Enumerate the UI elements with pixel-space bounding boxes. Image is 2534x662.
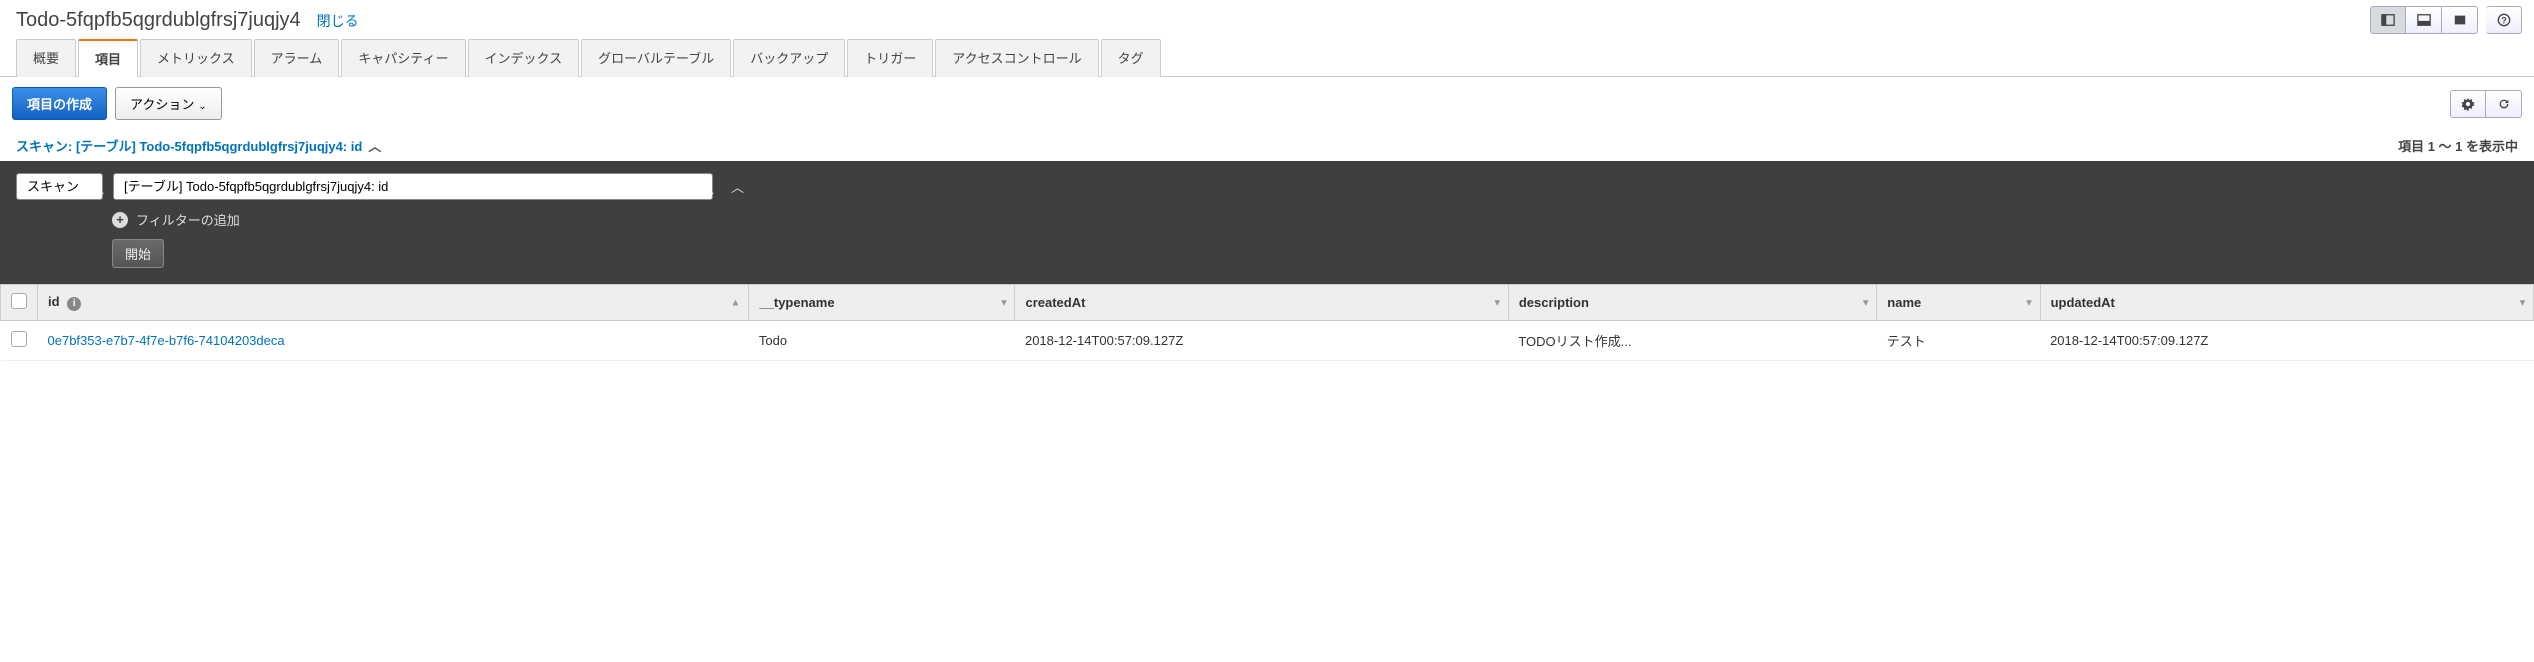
sort-icon: ▾	[1495, 297, 1500, 308]
checkbox-icon	[11, 293, 27, 309]
checkbox-icon	[11, 331, 27, 347]
chevron-up-icon: ︿	[368, 136, 381, 155]
col-updatedAt[interactable]: updatedAt ▾	[2040, 285, 2533, 321]
tab-capacity[interactable]: キャパシティー	[341, 39, 465, 77]
header-left: Todo-5fqpfb5qgrdublgfrsj7juqjy4 閉じる	[16, 9, 359, 32]
col-createdAt-label: createdAt	[1025, 295, 1085, 310]
items-table: id i ▲ __typename ▾ createdAt ▾ descript…	[0, 284, 2534, 361]
col-updatedAt-label: updatedAt	[2051, 295, 2115, 310]
tab-alarms[interactable]: アラーム	[254, 39, 340, 77]
col-description-label: description	[1519, 295, 1589, 310]
scan-toggle[interactable]: スキャン: [テーブル] Todo-5fqpfb5qgrdublgfrsj7ju…	[16, 136, 381, 155]
cell-name: テスト	[1877, 321, 2040, 361]
tab-global[interactable]: グローバルテーブル	[581, 39, 731, 77]
scan-mode-select[interactable]: スキャン	[16, 173, 103, 200]
scan-header: スキャン: [テーブル] Todo-5fqpfb5qgrdublgfrsj7ju…	[0, 130, 2534, 161]
select-all-header[interactable]	[1, 285, 38, 321]
header: Todo-5fqpfb5qgrdublgfrsj7juqjy4 閉じる ?	[0, 0, 2534, 38]
col-typename-label: __typename	[759, 295, 834, 310]
sort-icon: ▾	[2520, 297, 2525, 308]
start-scan-button[interactable]: 開始	[112, 239, 164, 268]
svg-text:?: ?	[2501, 16, 2506, 26]
tab-items[interactable]: 項目	[78, 39, 138, 77]
add-filter-label: フィルターの追加	[136, 210, 240, 229]
view-split-left-icon[interactable]	[2370, 6, 2406, 34]
info-icon: i	[67, 297, 81, 311]
col-createdAt[interactable]: createdAt ▾	[1015, 285, 1508, 321]
tab-indexes[interactable]: インデックス	[468, 39, 580, 77]
scan-heading-text: スキャン: [テーブル] Todo-5fqpfb5qgrdublgfrsj7ju…	[16, 136, 362, 155]
tabs: 概要 項目 メトリックス アラーム キャパシティー インデックス グローバルテー…	[0, 38, 2534, 77]
plus-icon: +	[112, 212, 128, 228]
cell-updatedAt: 2018-12-14T00:57:09.127Z	[2040, 321, 2533, 361]
view-toggle-group: ?	[2370, 6, 2522, 34]
chevron-down-icon: ⌄	[198, 101, 206, 112]
scan-target-select[interactable]: [テーブル] Todo-5fqpfb5qgrdublgfrsj7juqjy4: …	[113, 173, 713, 200]
items-count: 項目 1 ～ 1 を表示中	[2398, 136, 2518, 155]
cell-description: TODOリスト作成...	[1508, 321, 1876, 361]
tab-tags[interactable]: タグ	[1101, 39, 1161, 77]
close-link[interactable]: 閉じる	[317, 11, 359, 31]
tab-overview[interactable]: 概要	[16, 39, 76, 77]
table-header-row: id i ▲ __typename ▾ createdAt ▾ descript…	[1, 285, 2534, 321]
tab-access[interactable]: アクセスコントロール	[935, 39, 1098, 77]
cell-createdAt: 2018-12-14T00:57:09.127Z	[1015, 321, 1508, 361]
sort-icon: ▾	[1001, 297, 1006, 308]
actions-dropdown[interactable]: アクション ⌄	[115, 87, 222, 120]
col-name[interactable]: name ▾	[1877, 285, 2040, 321]
table-title: Todo-5fqpfb5qgrdublgfrsj7juqjy4	[16, 9, 301, 32]
col-name-label: name	[1887, 295, 1921, 310]
col-id-label: id	[48, 294, 60, 309]
col-typename[interactable]: __typename ▾	[749, 285, 1015, 321]
cell-id[interactable]: 0e7bf353-e7b7-4f7e-b7f6-74104203deca	[38, 321, 749, 361]
sort-asc-icon: ▲	[731, 297, 741, 308]
sort-icon: ▾	[2027, 297, 2032, 308]
collapse-panel-icon[interactable]: ︿	[723, 173, 752, 200]
settings-icon[interactable]	[2450, 90, 2486, 118]
tab-backup[interactable]: バックアップ	[733, 39, 845, 77]
view-split-bottom-icon[interactable]	[2406, 6, 2442, 34]
help-icon[interactable]: ?	[2486, 6, 2522, 34]
cell-typename: Todo	[749, 321, 1015, 361]
add-filter-button[interactable]: + フィルターの追加	[112, 210, 2518, 229]
toolbar: 項目の作成 アクション ⌄	[0, 77, 2534, 130]
tab-metrics[interactable]: メトリックス	[140, 39, 252, 77]
view-full-icon[interactable]	[2442, 6, 2478, 34]
toolbar-left: 項目の作成 アクション ⌄	[12, 87, 222, 120]
sort-icon: ▾	[1863, 297, 1868, 308]
create-item-button[interactable]: 項目の作成	[12, 87, 107, 120]
toolbar-right	[2450, 90, 2522, 118]
scan-controls: スキャン [テーブル] Todo-5fqpfb5qgrdublgfrsj7juq…	[16, 173, 2518, 200]
refresh-icon[interactable]	[2486, 90, 2522, 118]
col-id[interactable]: id i ▲	[38, 285, 749, 321]
scan-panel: スキャン [テーブル] Todo-5fqpfb5qgrdublgfrsj7juq…	[0, 161, 2534, 284]
table-row: 0e7bf353-e7b7-4f7e-b7f6-74104203deca Tod…	[1, 321, 2534, 361]
col-description[interactable]: description ▾	[1508, 285, 1876, 321]
row-checkbox[interactable]	[1, 321, 38, 361]
tab-trigger[interactable]: トリガー	[847, 39, 933, 77]
actions-label: アクション	[130, 97, 194, 112]
